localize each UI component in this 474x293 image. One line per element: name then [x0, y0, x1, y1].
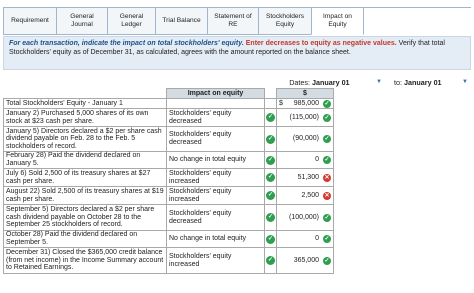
tab-general-journal[interactable]: General Journal — [56, 7, 107, 35]
impact-select[interactable]: No change in total equity — [166, 230, 265, 248]
check-circle-icon: ✓ — [323, 213, 331, 222]
impact-status: ✓ — [264, 168, 277, 187]
header-impact: Impact on equity — [166, 88, 265, 99]
impact-select[interactable]: Stockholders' equity increased — [166, 247, 265, 274]
tab-general-ledger[interactable]: General Ledger — [107, 7, 155, 35]
amount-input[interactable]: 0 ✓ — [276, 230, 334, 248]
amount-value: (90,000) — [292, 135, 319, 143]
table-row: January 2) Purchased 5,000 shares of its… — [3, 108, 334, 127]
date-to-value: January 01 — [404, 77, 442, 87]
dates-label: Dates: — [289, 77, 310, 87]
tab-impact-on-equity[interactable]: Impact on Equity — [311, 7, 364, 35]
instructions-bold: For each transaction, indicate the impac… — [9, 40, 244, 47]
transaction-description: December 31) Closed the $365,000 credit … — [3, 247, 167, 274]
table-row: Total Stockholders' Equity - January 1 $9… — [3, 98, 334, 109]
check-circle-icon: ✓ — [323, 135, 331, 143]
currency-symbol: $ — [279, 99, 283, 107]
table-row: January 5) Directors declared a $2 per s… — [3, 126, 334, 152]
impact-status: ✓ — [264, 247, 277, 274]
amount-input[interactable]: (100,000) ✓ — [276, 204, 334, 231]
impact-status: ✓ — [264, 151, 277, 169]
check-circle-icon: ✓ — [323, 99, 331, 108]
amount-value: 365,000 — [293, 256, 319, 264]
impact-select[interactable]: Stockholders' equity decreased — [166, 126, 265, 152]
table-row: July 6) Sold 2,500 of its treasury share… — [3, 168, 334, 187]
amount-input[interactable]: 0 ✓ — [276, 151, 334, 169]
amount-input[interactable]: 365,000 ✓ — [276, 247, 334, 274]
amount-value: 985,000 — [293, 99, 319, 107]
impact-status: ✓ — [264, 108, 277, 127]
transaction-description: August 22) Sold 2,500 of its treasury sh… — [3, 186, 167, 205]
header-currency: $ — [276, 88, 334, 99]
transaction-description: July 6) Sold 2,500 of its treasury share… — [3, 168, 167, 187]
date-from-select[interactable]: January 01 ▼ — [312, 78, 382, 87]
amount-input[interactable]: $985,000 ✓ — [276, 98, 334, 109]
amount-value: 2,500 — [301, 191, 319, 199]
check-circle-icon: ✓ — [323, 235, 331, 243]
tab-bar: Requirement General Journal General Ledg… — [3, 7, 364, 35]
impact-table: Impact on equity $ Total Stockholders' E… — [3, 88, 334, 274]
amount-value: (100,000) — [289, 213, 319, 221]
check-circle-icon: ✓ — [266, 155, 275, 165]
table-row: February 28) Paid the dividend declared … — [3, 151, 334, 169]
impact-status: ✓ — [264, 126, 277, 152]
impact-select[interactable]: Stockholders' equity increased — [166, 186, 265, 205]
amount-input[interactable]: 51,300 ✕ — [276, 168, 334, 187]
date-to-select[interactable]: January 01 ▼ — [404, 78, 468, 87]
tab-stockholders-equity[interactable]: Stockholders Equity — [258, 7, 311, 35]
check-circle-icon: ✓ — [266, 234, 275, 244]
check-circle-icon: ✓ — [266, 191, 275, 200]
tab-trial-balance[interactable]: Trial Balance — [155, 7, 207, 35]
check-circle-icon: ✓ — [323, 256, 331, 265]
transaction-description: February 28) Paid the dividend declared … — [3, 151, 167, 169]
tab-requirement[interactable]: Requirement — [3, 7, 56, 35]
date-from-value: January 01 — [312, 77, 350, 87]
amount-input[interactable]: 2,500 ✕ — [276, 186, 334, 205]
impact-select[interactable]: Stockholders' equity decreased — [166, 204, 265, 231]
impact-status: ✓ — [264, 204, 277, 231]
transaction-description: January 2) Purchased 5,000 shares of its… — [3, 108, 167, 127]
table-row: December 31) Closed the $365,000 credit … — [3, 247, 334, 274]
check-circle-icon: ✓ — [266, 134, 275, 144]
table-row: September 5) Directors declared a $2 per… — [3, 204, 334, 231]
check-circle-icon: ✓ — [266, 173, 275, 182]
check-circle-icon: ✓ — [266, 256, 275, 265]
date-range: Dates: January 01 ▼ to: January 01 ▼ — [282, 76, 468, 88]
transaction-description: Total Stockholders' Equity - January 1 — [3, 98, 167, 109]
amount-value: 51,300 — [297, 173, 319, 181]
transaction-description: October 28) Paid the dividend declared o… — [3, 230, 167, 248]
x-circle-icon: ✕ — [323, 173, 331, 182]
x-circle-icon: ✕ — [323, 191, 331, 200]
impact-status — [264, 98, 277, 109]
amount-input[interactable]: (90,000) ✓ — [276, 126, 334, 152]
impact-select — [166, 98, 265, 109]
instructions-panel: For each transaction, indicate the impac… — [3, 36, 471, 70]
table-header-row: Impact on equity $ — [3, 88, 334, 99]
amount-value: (115,000) — [289, 113, 319, 121]
table-row: August 22) Sold 2,500 of its treasury sh… — [3, 186, 334, 205]
check-circle-icon: ✓ — [323, 156, 331, 164]
tab-statement-of-re[interactable]: Statement of RE — [207, 7, 258, 35]
impact-select[interactable]: No change in total equity — [166, 151, 265, 169]
amount-value: 0 — [315, 156, 319, 164]
table-row: October 28) Paid the dividend declared o… — [3, 230, 334, 248]
transaction-description: September 5) Directors declared a $2 per… — [3, 204, 167, 231]
impact-status: ✓ — [264, 186, 277, 205]
amount-input[interactable]: (115,000) ✓ — [276, 108, 334, 127]
amount-value: 0 — [315, 235, 319, 243]
check-circle-icon: ✓ — [323, 113, 331, 122]
dates-to-label: to: — [394, 77, 402, 87]
chevron-down-icon: ▼ — [462, 79, 468, 85]
instructions-red: Enter decreases to equity as negative va… — [245, 40, 397, 47]
impact-select[interactable]: Stockholders' equity increased — [166, 168, 265, 187]
tab-bar-line — [364, 7, 471, 8]
transaction-description: January 5) Directors declared a $2 per s… — [3, 126, 167, 152]
impact-status: ✓ — [264, 230, 277, 248]
check-circle-icon: ✓ — [266, 213, 275, 222]
impact-select[interactable]: Stockholders' equity decreased — [166, 108, 265, 127]
check-circle-icon: ✓ — [266, 113, 275, 122]
